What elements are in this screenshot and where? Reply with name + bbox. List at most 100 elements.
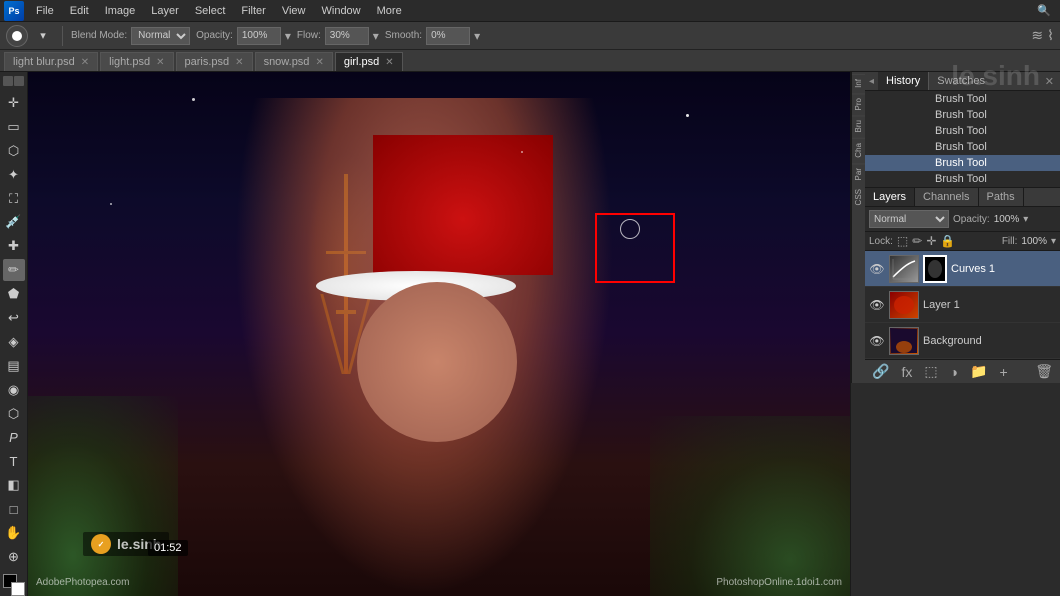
- canvas-area[interactable]: ✓ le.sinh 01:52 AdobePhotopea.com Photos…: [28, 72, 850, 596]
- crop-tool-btn[interactable]: ⛶: [3, 188, 25, 210]
- layers-blend-select[interactable]: Normal: [869, 210, 949, 228]
- lock-brush-icon[interactable]: ✏: [912, 234, 922, 248]
- gradient-tool-btn[interactable]: ▤: [3, 355, 25, 377]
- magic-wand-tool-btn[interactable]: ✦: [3, 164, 25, 186]
- history-item-0[interactable]: Brush Tool: [865, 91, 1060, 107]
- move-tool-btn[interactable]: ✛: [3, 92, 25, 114]
- layers-tab[interactable]: Layers: [865, 188, 915, 206]
- lock-position-icon[interactable]: ✛: [926, 234, 936, 248]
- tab-snow[interactable]: snow.psd ✕: [255, 52, 333, 71]
- fill-label: Fill:: [1002, 236, 1018, 247]
- brush-preview[interactable]: [6, 25, 28, 47]
- tab-paris-close[interactable]: ✕: [235, 57, 243, 68]
- add-layer-icon[interactable]: +: [996, 364, 1010, 380]
- history-brush-btn[interactable]: ↩: [3, 307, 25, 329]
- eyedropper-tool-btn[interactable]: 💉: [3, 212, 25, 234]
- smooth-chevron[interactable]: ▾: [474, 29, 480, 43]
- menu-layer[interactable]: Layer: [143, 3, 187, 19]
- delete-layer-icon[interactable]: 🗑: [1032, 363, 1056, 380]
- mini-tab-bru[interactable]: Bru: [852, 115, 865, 136]
- smooth-input[interactable]: [426, 27, 470, 45]
- dodge-tool-btn[interactable]: ⬡: [3, 403, 25, 425]
- add-folder-icon[interactable]: 📁: [967, 363, 990, 380]
- history-item-3[interactable]: Brush Tool: [865, 139, 1060, 155]
- search-icon[interactable]: 🔍: [1032, 0, 1056, 23]
- flow-input[interactable]: [325, 27, 369, 45]
- menu-more[interactable]: More: [369, 3, 410, 19]
- mini-tab-css[interactable]: CSS: [852, 185, 865, 209]
- path-selection-btn[interactable]: ◧: [3, 475, 25, 497]
- opacity-chevron-layers[interactable]: ▾: [1023, 214, 1028, 225]
- history-item-1[interactable]: Brush Tool: [865, 107, 1060, 123]
- zoom-tool-btn[interactable]: ⊕: [3, 546, 25, 568]
- layer-item-layer1[interactable]: 👁 Layer 1: [865, 287, 1060, 323]
- channels-tab[interactable]: Channels: [915, 188, 978, 206]
- blend-mode-select[interactable]: Normal: [131, 27, 190, 45]
- marquee-tool-btn[interactable]: ▭: [3, 116, 25, 138]
- history-item-2[interactable]: Brush Tool: [865, 123, 1060, 139]
- tab-light[interactable]: light.psd ✕: [100, 52, 173, 71]
- tab-girl[interactable]: girl.psd ✕: [335, 52, 403, 71]
- fill-chevron[interactable]: ▾: [1051, 236, 1056, 247]
- tab-light-close[interactable]: ✕: [156, 57, 164, 68]
- tool-switcher: [3, 76, 24, 86]
- menu-filter[interactable]: Filter: [233, 3, 273, 19]
- history-item-5[interactable]: Brush Tool: [865, 171, 1060, 187]
- tool-switch-left[interactable]: [3, 76, 13, 86]
- layer-vis-background[interactable]: 👁: [869, 333, 885, 349]
- blur-tool-btn[interactable]: ◉: [3, 379, 25, 401]
- opacity-chevron[interactable]: ▾: [285, 29, 291, 43]
- shape-tool-btn[interactable]: □: [3, 498, 25, 520]
- mini-tab-pro[interactable]: Pro: [852, 93, 865, 114]
- layer-item-curves1[interactable]: 👁 Curves 1: [865, 251, 1060, 287]
- hand-tool-btn[interactable]: ✋: [3, 522, 25, 544]
- pen-tool-btn[interactable]: P: [3, 427, 25, 449]
- background-color[interactable]: [11, 582, 25, 596]
- xmas-tree-left: [28, 396, 178, 596]
- mini-tab-cha[interactable]: Cha: [852, 138, 865, 162]
- type-tool-btn[interactable]: T: [3, 451, 25, 473]
- add-mask-icon[interactable]: ⬚: [921, 363, 940, 380]
- history-tab[interactable]: History: [878, 72, 929, 90]
- healing-tool-btn[interactable]: ✚: [3, 235, 25, 257]
- clone-tool-btn[interactable]: ⬟: [3, 283, 25, 305]
- pressure-icon[interactable]: ⌇: [1047, 27, 1054, 44]
- lock-transparent-icon[interactable]: ⬚: [897, 234, 908, 248]
- brush-tool-btn[interactable]: ✏: [3, 259, 25, 281]
- tab-light-blur-close[interactable]: ✕: [81, 57, 89, 68]
- history-label-5: Brush Tool: [935, 173, 987, 185]
- tool-switch-right[interactable]: [14, 76, 24, 86]
- mini-tab-par[interactable]: Par: [852, 163, 865, 184]
- layer-item-background[interactable]: 👁 Background: [865, 323, 1060, 359]
- menu-window[interactable]: Window: [314, 3, 369, 19]
- tab-girl-close[interactable]: ✕: [385, 57, 393, 68]
- flow-chevron[interactable]: ▾: [373, 29, 379, 43]
- lock-all-icon[interactable]: 🔒: [940, 234, 955, 248]
- brush-settings-icon[interactable]: ▾: [32, 25, 54, 47]
- mini-tab-inf[interactable]: Inf: [852, 74, 865, 92]
- layer-vis-curves1[interactable]: 👁: [869, 261, 885, 277]
- add-adjustment-icon[interactable]: ◑: [947, 364, 961, 380]
- menu-image[interactable]: Image: [97, 3, 144, 19]
- opacity-input[interactable]: [237, 27, 281, 45]
- menu-file[interactable]: File: [28, 3, 62, 19]
- menu-edit[interactable]: Edit: [62, 3, 97, 19]
- fx-icon[interactable]: fx: [898, 364, 915, 380]
- eraser-tool-btn[interactable]: ◈: [3, 331, 25, 353]
- layer-vis-layer1[interactable]: 👁: [869, 297, 885, 313]
- swatches-tab[interactable]: Swatches: [929, 72, 993, 90]
- menu-select[interactable]: Select: [187, 3, 234, 19]
- lasso-tool-btn[interactable]: ⬡: [3, 140, 25, 162]
- tab-light-blur[interactable]: light blur.psd ✕: [4, 52, 98, 71]
- add-link-icon[interactable]: 🔗: [869, 363, 892, 380]
- santa-hat: [373, 135, 553, 275]
- history-panel-close[interactable]: ✕: [1039, 73, 1060, 90]
- history-panel-expand[interactable]: ◂: [865, 74, 878, 89]
- airbrush-icon[interactable]: ≋: [1031, 27, 1043, 44]
- menu-view[interactable]: View: [274, 3, 314, 19]
- tab-snow-close[interactable]: ✕: [315, 57, 323, 68]
- fg-bg-colors[interactable]: [3, 574, 25, 596]
- tab-paris[interactable]: paris.psd ✕: [176, 52, 253, 71]
- paths-tab[interactable]: Paths: [979, 188, 1024, 206]
- history-item-4[interactable]: Brush Tool: [865, 155, 1060, 171]
